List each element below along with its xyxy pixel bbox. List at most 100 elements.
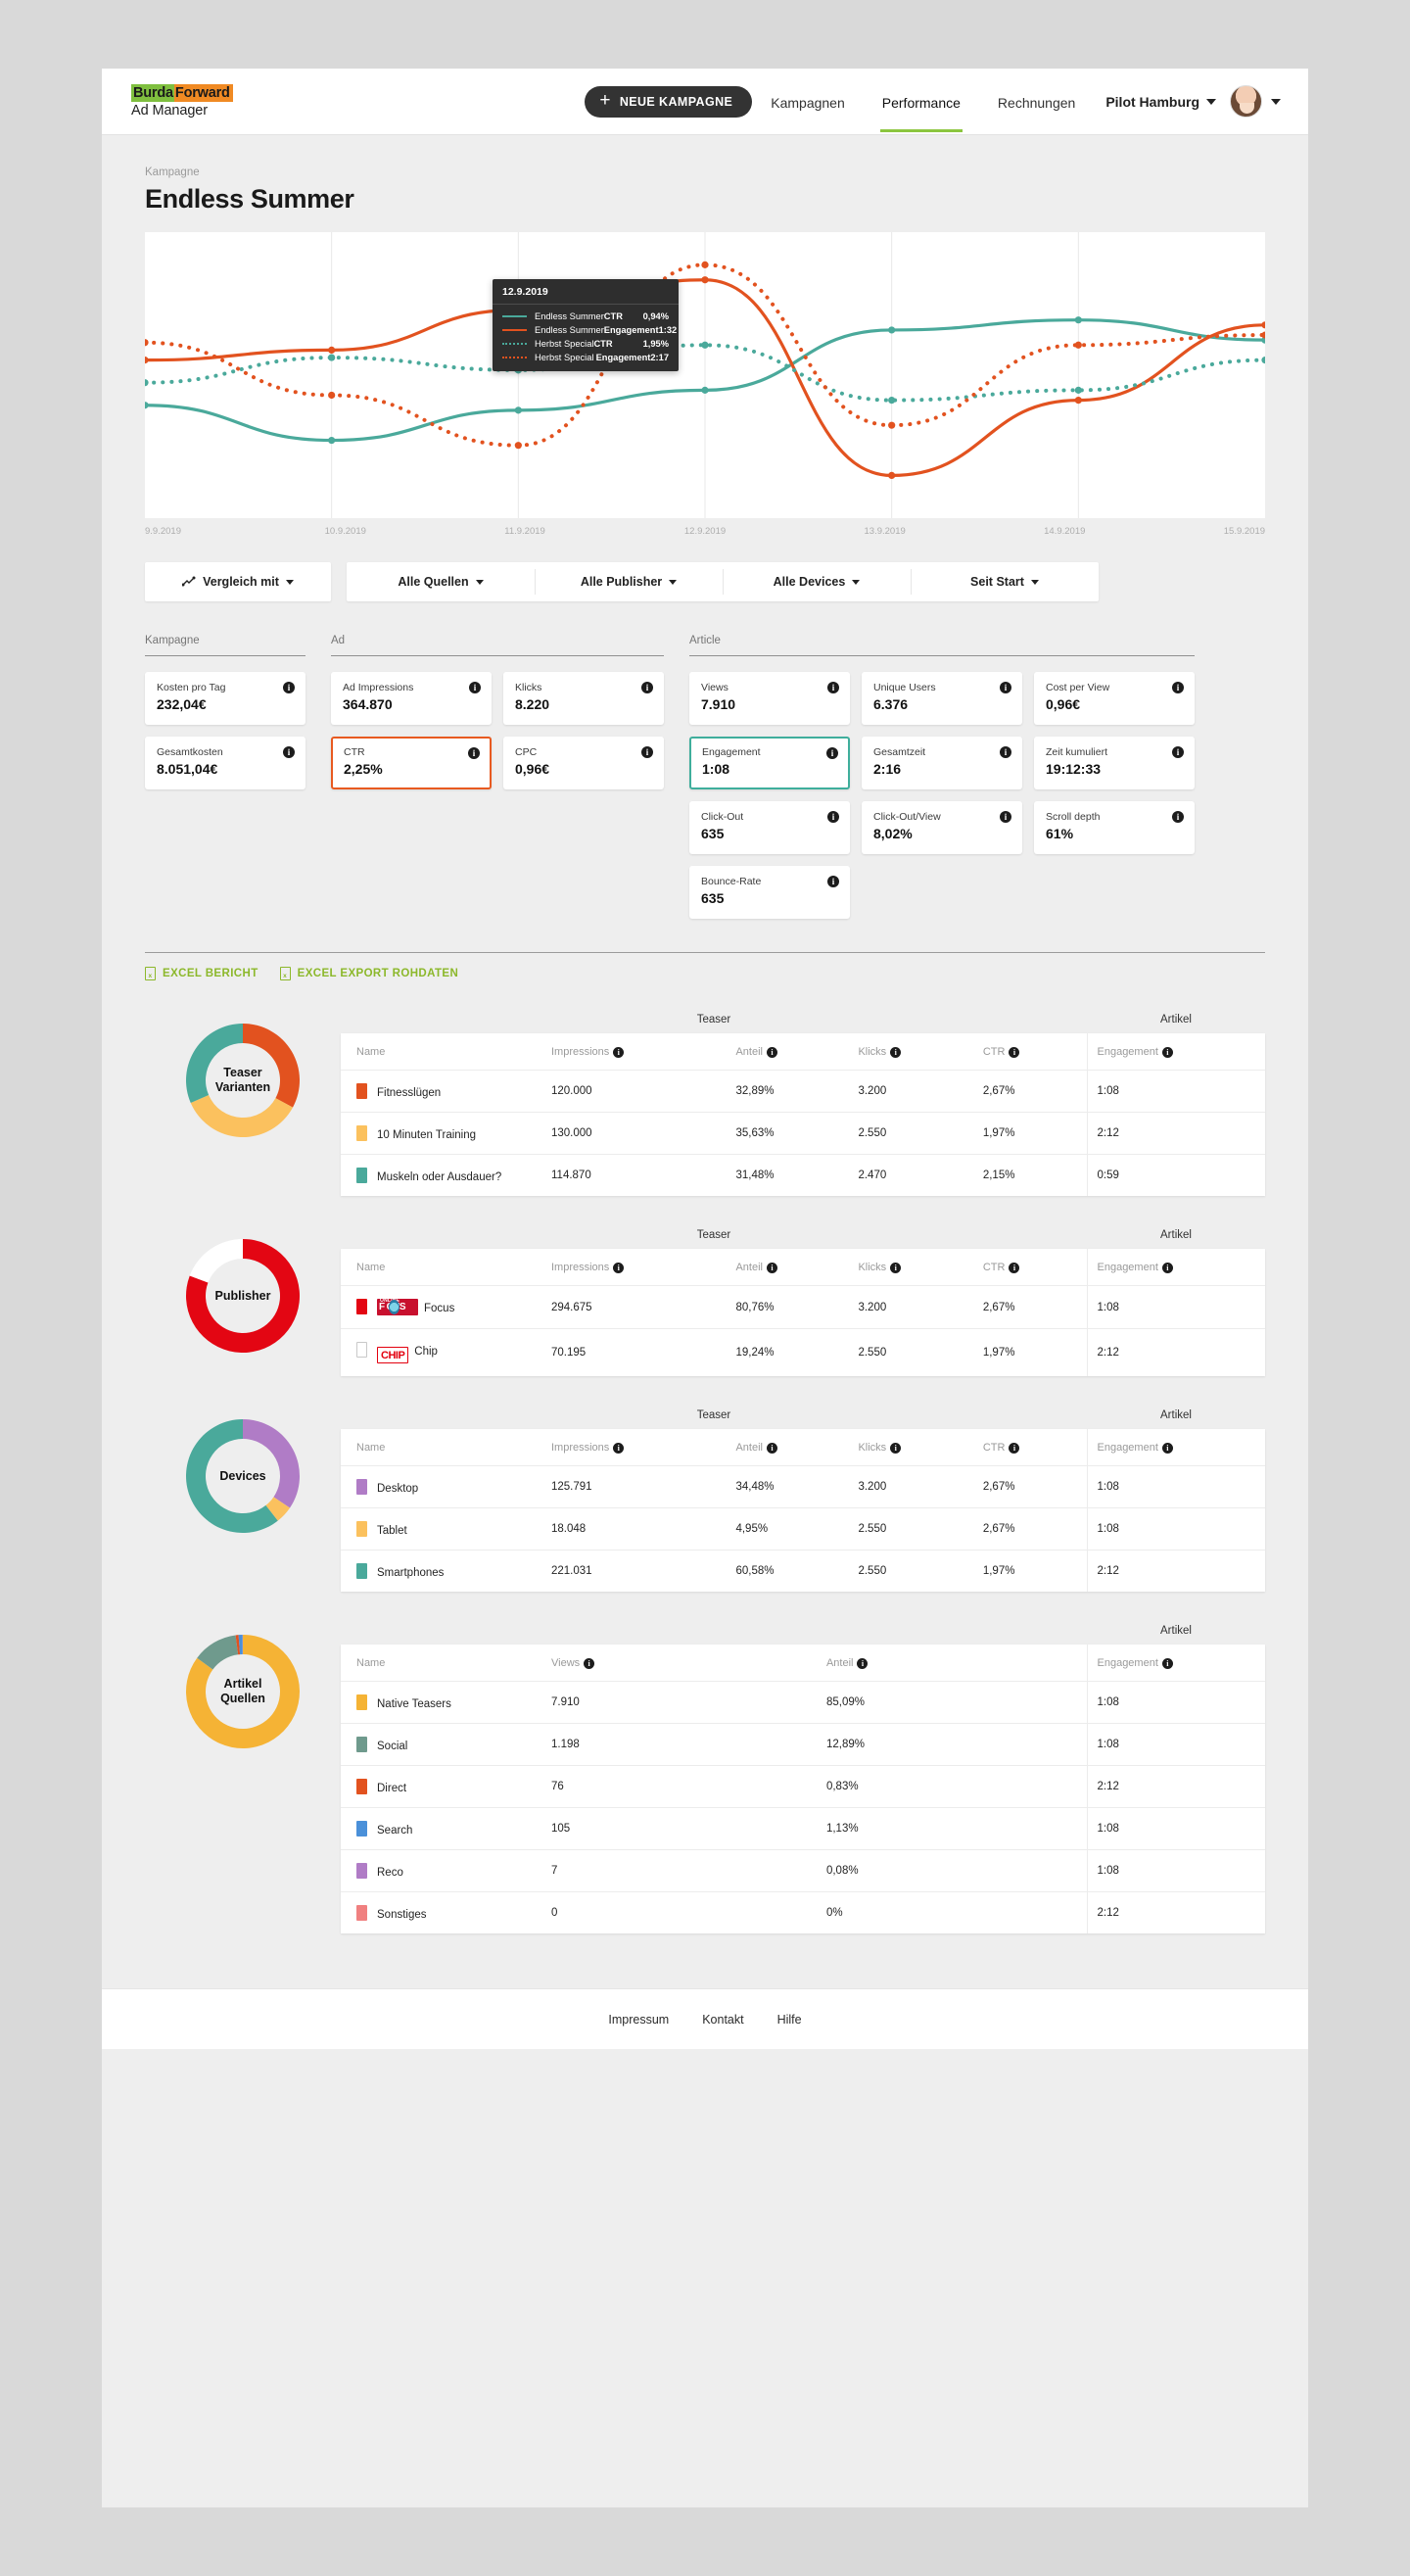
table-column-header[interactable]: Anteil i <box>726 1033 849 1071</box>
kpi-card-click-out-view[interactable]: Click-Out/View 8,02% i <box>862 801 1022 854</box>
info-icon[interactable]: i <box>1000 811 1011 823</box>
footer-link-kontakt[interactable]: Kontakt <box>702 2013 743 2027</box>
table-row[interactable]: Fitnesslügen 120.000 32,89% 3.200 2,67% 1:08 <box>341 1070 1265 1113</box>
info-icon[interactable]: i <box>584 1658 595 1669</box>
table-column-header[interactable]: Klicks i <box>848 1429 973 1466</box>
info-icon[interactable]: i <box>1000 746 1011 758</box>
table-row[interactable]: Search 105 1,13% 1:08 <box>341 1807 1265 1850</box>
filter-button-alle-publisher[interactable]: Alle Publisher <box>535 562 723 601</box>
filter-button-alle-devices[interactable]: Alle Devices <box>723 562 911 601</box>
info-icon[interactable]: i <box>613 1263 625 1273</box>
brand-logo[interactable]: Burda Forward Ad Manager <box>131 83 233 119</box>
table-column-header[interactable]: Engagement i <box>1086 1645 1265 1682</box>
avatar[interactable] <box>1230 85 1262 118</box>
info-icon[interactable]: i <box>641 682 653 693</box>
info-icon[interactable]: i <box>1172 682 1184 693</box>
kpi-card-bounce-rate[interactable]: Bounce-Rate 635 i <box>689 866 850 919</box>
table-column-header[interactable]: Impressions i <box>541 1033 727 1071</box>
info-icon[interactable]: i <box>1161 1443 1173 1454</box>
table-column-header[interactable]: Name <box>341 1645 541 1682</box>
kpi-card-ad-impressions[interactable]: Ad Impressions 364.870 i <box>331 672 492 725</box>
user-menu-button[interactable] <box>1271 98 1281 105</box>
table-row[interactable]: Smartphones 221.031 60,58% 2.550 1,97% 2:12 <box>341 1550 1265 1592</box>
excel-raw-export-link[interactable]: x EXCEL EXPORT ROHDATEN <box>279 967 459 980</box>
kpi-card-cost-per-view[interactable]: Cost per View 0,96€ i <box>1034 672 1195 725</box>
info-icon[interactable]: i <box>1172 746 1184 758</box>
info-icon[interactable]: i <box>827 876 839 887</box>
kpi-card-click-out[interactable]: Click-Out 635 i <box>689 801 850 854</box>
info-icon[interactable]: i <box>283 746 295 758</box>
table-row[interactable]: Direct 76 0,83% 2:12 <box>341 1765 1265 1808</box>
kpi-card-kosten-pro-tag[interactable]: Kosten pro Tag 232,04€ i <box>145 672 306 725</box>
filter-button-seit-start[interactable]: Seit Start <box>911 562 1099 601</box>
table-row[interactable]: Social 1.198 12,89% 1:08 <box>341 1723 1265 1766</box>
table-column-header[interactable]: CTR i <box>972 1249 1087 1286</box>
info-icon[interactable]: i <box>767 1263 777 1273</box>
table-row[interactable]: Tablet 18.048 4,95% 2.550 2,67% 1:08 <box>341 1507 1265 1550</box>
table-column-header[interactable]: Impressions i <box>541 1429 727 1466</box>
table-row[interactable]: Native Teasers 7.910 85,09% 1:08 <box>341 1681 1265 1724</box>
table-column-header[interactable]: Name <box>341 1249 541 1286</box>
kpi-card-gesamtzeit[interactable]: Gesamtzeit 2:16 i <box>862 737 1022 789</box>
info-icon[interactable]: i <box>1161 1047 1173 1058</box>
info-icon[interactable]: i <box>641 746 653 758</box>
table-column-header[interactable]: Engagement i <box>1086 1249 1265 1286</box>
tab-performance[interactable]: Performance <box>864 72 979 132</box>
info-icon[interactable]: i <box>767 1443 777 1454</box>
info-icon[interactable]: i <box>857 1658 869 1669</box>
info-icon[interactable]: i <box>613 1047 625 1058</box>
info-icon[interactable]: i <box>1009 1443 1020 1454</box>
info-icon[interactable]: i <box>1172 811 1184 823</box>
info-icon[interactable]: i <box>826 747 838 759</box>
info-icon[interactable]: i <box>827 682 839 693</box>
table-row[interactable]: Desktop 125.791 34,48% 3.200 2,67% 1:08 <box>341 1465 1265 1508</box>
kpi-card-ctr[interactable]: CTR 2,25% i <box>331 737 492 789</box>
table-row[interactable]: Muskeln oder Ausdauer? 114.870 31,48% 2.470… <box>341 1154 1265 1196</box>
table-column-header[interactable]: CTR i <box>972 1033 1087 1071</box>
info-icon[interactable]: i <box>1009 1263 1020 1273</box>
table-column-header[interactable]: Name <box>341 1033 541 1071</box>
info-icon[interactable]: i <box>613 1443 625 1454</box>
kpi-card-unique-users[interactable]: Unique Users 6.376 i <box>862 672 1022 725</box>
tab-kampagnen[interactable]: Kampagnen <box>752 72 864 132</box>
kpi-card-klicks[interactable]: Klicks 8.220 i <box>503 672 664 725</box>
table-column-header[interactable]: Impressions i <box>541 1249 727 1286</box>
info-icon[interactable]: i <box>1009 1047 1020 1058</box>
info-icon[interactable]: i <box>1161 1658 1173 1669</box>
compare-button[interactable]: Vergleich mit <box>145 562 331 601</box>
table-column-header[interactable]: Anteil i <box>726 1429 849 1466</box>
table-column-header[interactable]: Anteil i <box>816 1645 1087 1682</box>
table-column-header[interactable]: Views i <box>541 1645 817 1682</box>
table-row[interactable]: Sonstiges 0 0% 2:12 <box>341 1891 1265 1933</box>
table-column-header[interactable]: Klicks i <box>848 1033 973 1071</box>
footer-link-impressum[interactable]: Impressum <box>608 2013 669 2027</box>
footer-link-hilfe[interactable]: Hilfe <box>777 2013 802 2027</box>
info-icon[interactable]: i <box>767 1047 777 1058</box>
kpi-card-gesamtkosten[interactable]: Gesamtkosten 8.051,04€ i <box>145 737 306 789</box>
info-icon[interactable]: i <box>1161 1263 1173 1273</box>
account-selector[interactable]: Pilot Hamburg <box>1105 94 1216 110</box>
kpi-card-views[interactable]: Views 7.910 i <box>689 672 850 725</box>
info-icon[interactable]: i <box>468 747 480 759</box>
filter-button-alle-quellen[interactable]: Alle Quellen <box>347 562 535 601</box>
info-icon[interactable]: i <box>890 1263 902 1273</box>
table-row[interactable]: CHIP Chip 70.195 19,24% 2.550 1,97% 2:12 <box>341 1328 1265 1376</box>
info-icon[interactable]: i <box>1000 682 1011 693</box>
info-icon[interactable]: i <box>283 682 295 693</box>
table-row[interactable]: Reco 7 0,08% 1:08 <box>341 1849 1265 1892</box>
table-column-header[interactable]: Klicks i <box>848 1249 973 1286</box>
kpi-card-cpc[interactable]: CPC 0,96€ i <box>503 737 664 789</box>
table-column-header[interactable]: Name <box>341 1429 541 1466</box>
info-icon[interactable]: i <box>890 1047 902 1058</box>
kpi-card-engagement[interactable]: Engagement 1:08 i <box>689 737 850 789</box>
table-column-header[interactable]: CTR i <box>972 1429 1087 1466</box>
info-icon[interactable]: i <box>469 682 481 693</box>
table-column-header[interactable]: Engagement i <box>1086 1033 1265 1071</box>
table-column-header[interactable]: Anteil i <box>726 1249 849 1286</box>
info-icon[interactable]: i <box>827 811 839 823</box>
new-campaign-button[interactable]: + NEUE KAMPAGNE <box>585 85 753 118</box>
table-row[interactable]: 10 Minuten Training 130.000 35,63% 2.550 1,9… <box>341 1112 1265 1155</box>
table-column-header[interactable]: Engagement i <box>1086 1429 1265 1466</box>
info-icon[interactable]: i <box>890 1443 902 1454</box>
kpi-card-scroll-depth[interactable]: Scroll depth 61% i <box>1034 801 1195 854</box>
